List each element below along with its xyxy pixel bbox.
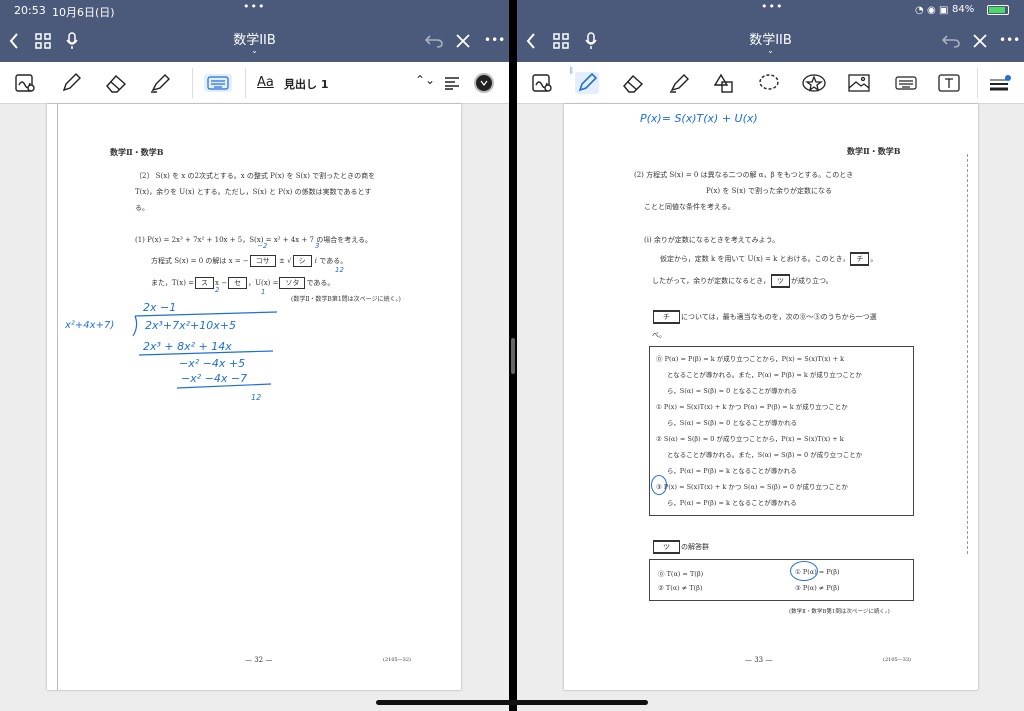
image-icon[interactable] <box>847 72 871 94</box>
answer-choice-2: ② T(α) ≠ T(β) <box>658 584 703 592</box>
eraser-icon[interactable] <box>104 72 128 94</box>
color-picker-icon[interactable] <box>474 73 494 93</box>
battery-icon <box>987 5 1009 15</box>
multitask-dots-icon[interactable]: ••• <box>243 0 265 13</box>
text-style-dropdown[interactable]: 見出し 1 <box>284 76 328 92</box>
wifi-icon: ◔ <box>915 5 924 16</box>
choices-box: ⓪ P(α) = P(β) = k が成り立つことから，P(x) = S(x)T… <box>649 346 914 516</box>
page-header: 数学Ⅱ・数学B <box>847 146 901 156</box>
handwritten-circle-mark <box>651 475 667 495</box>
pen-icon-selected[interactable] <box>575 72 599 94</box>
problem-text: したがって，余りが定数になるとき，ツが成り立つ。 <box>652 274 833 288</box>
text-style-icon[interactable]: Aa <box>257 75 274 90</box>
problem-text: 仮定から，定数 k を用いて U(x) = k とおける。このとき，チ。 <box>660 252 877 266</box>
answer-choice-0: ⓪ T(α) = T(β) <box>658 570 704 578</box>
answer-choice-3: ③ P(α) ≠ P(β) <box>795 584 840 592</box>
answer-box-chi-label: チ <box>653 310 680 324</box>
page-code: (2105—33) <box>883 657 911 663</box>
choice-0: ⓪ P(α) = P(β) = k が成り立つことから，P(x) = S(x)T… <box>656 355 845 363</box>
chevron-up-down-icon[interactable]: ⌃⌄ <box>415 73 435 87</box>
page-code: (2105—32) <box>383 657 411 663</box>
location-icon: ◉ <box>927 5 936 16</box>
lasso-zoom-icon[interactable] <box>531 72 555 94</box>
handwriting-strokes <box>132 311 278 389</box>
lock-icon: ▣ <box>939 5 949 16</box>
text-box-icon[interactable] <box>937 72 961 94</box>
problem-text: ことと同値な条件を考える。 <box>644 203 735 211</box>
lasso-zoom-icon[interactable] <box>14 72 38 94</box>
more-icon[interactable]: ••• <box>999 33 1020 47</box>
close-tools-icon[interactable] <box>454 32 472 50</box>
answer-choices-box: ⓪ T(α) = T(β) ① P(α) = P(β) ② T(α) ≠ T(β… <box>649 559 914 601</box>
highlighter-icon[interactable] <box>667 72 691 94</box>
close-tools-icon[interactable] <box>971 32 989 50</box>
left-top-bar: 20:53 10月6日(日) ••• 数学IIB ⌄ ••• <box>0 0 509 62</box>
pen-icon[interactable] <box>60 72 82 94</box>
split-view-handle[interactable] <box>511 338 515 374</box>
problem-text: チについては，最も適当なものを，次の⓪〜③のうちから一つ選 <box>652 310 877 324</box>
battery-percent: 84% <box>952 4 975 15</box>
handwritten-circle-mark <box>790 561 818 581</box>
status-time: 20:53 <box>14 4 46 17</box>
keyboard-icon[interactable] <box>204 74 232 92</box>
home-indicator[interactable] <box>376 700 648 705</box>
right-pane: ••• ◔ ◉ ▣ 84% 数学IIB ⌄ ••• ᛒ P(x)= S(x)T(x… <box>517 0 1024 711</box>
lasso-icon[interactable] <box>757 72 781 94</box>
left-pane: 20:53 10月6日(日) ••• 数学IIB ⌄ ••• Aa 見出し 1 ⌃… <box>0 0 509 711</box>
highlighter-icon[interactable] <box>148 72 172 94</box>
choice-0-cont: ら，S(α) = S(β) = 0 となることが導かれる <box>667 387 798 395</box>
choice-2-cont: ら，P(α) = P(β) = k となることが導かれる <box>667 467 797 475</box>
problem-text: P(x) を S(x) で割った余りが定数になる <box>706 187 832 195</box>
elements-icon[interactable] <box>801 72 827 94</box>
pen-thickness-icon[interactable] <box>987 73 1013 93</box>
answer-box-tsu: ツ <box>770 274 790 288</box>
toolbar-divider <box>192 68 193 98</box>
more-icon[interactable]: ••• <box>484 33 505 47</box>
answer-box-chi: チ <box>850 252 870 266</box>
left-toolbar: Aa 見出し 1 ⌃⌄ <box>0 62 509 104</box>
handwritten-equation: P(x)= S(x)T(x) + U(x) <box>640 112 758 125</box>
undo-icon[interactable] <box>941 32 961 50</box>
choice-2-cont: となることが導かれる。また，S(α) = S(β) = 0 が成り立つことか <box>667 451 863 459</box>
left-document-page[interactable]: 数学Ⅱ・数学B 〔2〕 S(x) を x の2次式とする。x の整式 P(x) … <box>47 104 461 690</box>
status-date: 10月6日(日) <box>52 6 115 19</box>
choice-0-cont: となることが導かれる。また，P(α) = P(β) = k が成り立つことか <box>667 371 862 379</box>
choice-1-cont: ら，S(α) = S(β) = 0 となることが導かれる <box>667 419 798 427</box>
problem-text: (i) 余りが定数になるときを考えてみよう。 <box>644 236 780 244</box>
choice-2: ② S(α) = S(β) = 0 が成り立つことから，P(x) = S(x)T… <box>656 435 844 443</box>
page-number: — 32 — <box>245 656 273 664</box>
page-number: — 33 — <box>745 656 773 664</box>
multitask-dots-icon[interactable]: ••• <box>761 0 783 13</box>
answer-group-label: ツの解答群 <box>652 540 709 554</box>
problem-text: (2) 方程式 S(x) = 0 は異なる二つの解 α，β をもつとする。このと… <box>634 171 854 179</box>
choice-3-cont: ら，P(α) = P(β) = k となることが導かれる <box>667 499 797 507</box>
keyboard-icon[interactable] <box>893 74 919 92</box>
answer-box-tsu-label: ツ <box>653 540 680 554</box>
toolbar-divider <box>977 68 978 98</box>
shapes-icon[interactable] <box>712 72 736 94</box>
right-top-bar: ••• ◔ ◉ ▣ 84% 数学IIB ⌄ ••• <box>517 0 1024 62</box>
bluetooth-icon: ᛒ <box>569 66 574 75</box>
right-toolbar: ᛒ <box>517 62 1024 104</box>
page-margin-line <box>967 154 968 554</box>
problem-text: べ。 <box>652 331 666 339</box>
continue-note: (数学Ⅱ・数学B第1問は次ページに続く。) <box>789 609 890 615</box>
align-left-icon[interactable] <box>443 75 461 91</box>
choice-3: ③ P(x) = S(x)T(x) + k かつ S(α) = S(β) = 0… <box>656 483 849 491</box>
choice-1: ① P(x) = S(x)T(x) + k かつ P(α) = P(β) = k… <box>656 403 848 411</box>
right-document-page[interactable]: P(x)= S(x)T(x) + U(x) 数学Ⅱ・数学B (2) 方程式 S(… <box>564 104 978 690</box>
eraser-icon[interactable] <box>621 72 645 94</box>
undo-icon[interactable] <box>424 32 444 50</box>
toolbar-divider <box>245 68 246 98</box>
